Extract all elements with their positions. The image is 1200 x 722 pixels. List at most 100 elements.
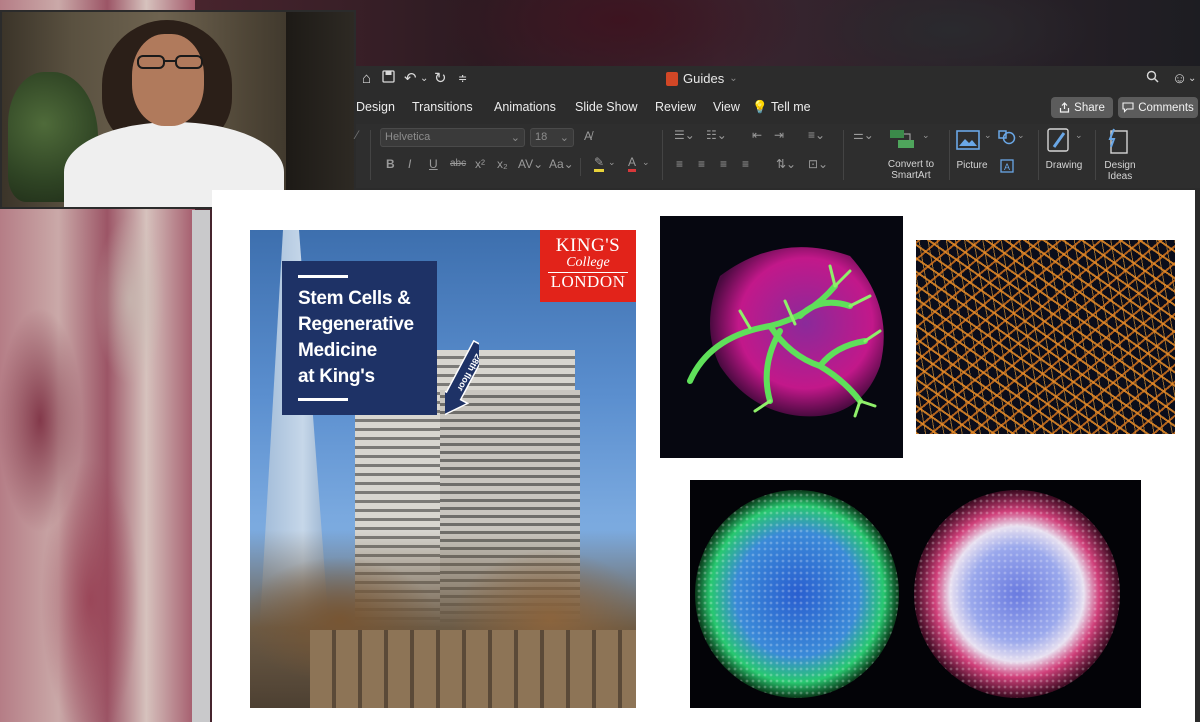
ribbon-home: ⁄ Helvetica ⌄ 18 ⌄ A̸ B I U abc x² x₂ AV… [356, 124, 1200, 189]
underline-button[interactable]: U [429, 157, 438, 171]
poster-image[interactable]: KING'S College LONDON Stem Cells & Regen… [250, 230, 636, 708]
design-ideas-button[interactable]: Design Ideas [1100, 160, 1140, 182]
ribbon-separator [580, 158, 581, 176]
title-rule-top [298, 275, 348, 278]
ribbon-separator [662, 130, 663, 180]
save-icon[interactable] [382, 70, 395, 88]
home-icon[interactable]: ⌂ [362, 70, 371, 88]
smartart-icon[interactable] [888, 128, 918, 150]
powerpoint-file-icon [666, 71, 678, 86]
poster-title-line: Stem Cells & [298, 288, 411, 309]
tell-me-search[interactable]: Tell me [771, 100, 811, 114]
chevron-down-icon[interactable]: ⌄ [1075, 130, 1083, 141]
align-left-icon[interactable]: ≡ [676, 157, 683, 171]
logo-line2: College [566, 255, 610, 270]
brick-building [310, 630, 636, 708]
shapes-icon[interactable] [998, 130, 1016, 146]
chevron-down-icon[interactable]: ⌄ [642, 157, 650, 168]
character-spacing-icon[interactable]: AV⌄ [518, 157, 543, 171]
document-title: Guides ⌄ [666, 71, 738, 86]
text-box-icon[interactable]: A [1000, 159, 1014, 173]
clear-formatting-icon[interactable]: A̸ [584, 129, 592, 143]
undo-dropdown-chevron-icon[interactable]: ⌄ [420, 70, 428, 88]
font-size-dropdown[interactable]: 18 ⌄ [530, 128, 574, 147]
background-door [286, 12, 354, 207]
picture-button[interactable]: Picture [952, 160, 992, 171]
subscript-button[interactable]: x₂ [497, 157, 508, 171]
chevron-down-icon: ⌄ [510, 132, 520, 144]
kings-college-logo: KING'S College LONDON [540, 230, 636, 302]
tab-animations[interactable]: Animations [494, 100, 556, 114]
undo-icon[interactable]: ↶ [404, 70, 417, 88]
font-name-dropdown[interactable]: Helvetica ⌄ [380, 128, 525, 147]
kidney-organoid-graphic [687, 247, 884, 418]
cut-icon[interactable]: ⁄ [356, 128, 358, 142]
picture-icon[interactable] [956, 130, 980, 150]
tab-view[interactable]: View [713, 100, 740, 114]
decrease-indent-icon[interactable]: ⇤ [752, 128, 762, 142]
design-ideas-line2: Ideas [1107, 171, 1133, 182]
justify-icon[interactable]: ≡ [742, 157, 749, 171]
ribbon-separator [843, 130, 844, 180]
poster-title-line: Medicine [298, 340, 377, 361]
superscript-button[interactable]: x² [475, 157, 485, 171]
drawing-icon[interactable] [1046, 127, 1072, 153]
redo-icon[interactable]: ↻ [434, 70, 447, 88]
convert-label-line2: SmartArt [891, 170, 931, 181]
bullets-icon[interactable]: ☰⌄ [674, 128, 695, 142]
line-spacing-icon[interactable]: ≡⌄ [808, 128, 825, 142]
numbering-icon[interactable]: ☷⌄ [706, 128, 727, 142]
logo-line1: KING'S [555, 235, 621, 256]
colony-images[interactable] [690, 480, 1141, 708]
chevron-down-icon: ⌄ [559, 132, 569, 144]
strikethrough-button[interactable]: abc [450, 158, 466, 169]
title-rule-bottom [298, 398, 348, 401]
italic-button[interactable]: I [408, 157, 411, 171]
tab-slide-show[interactable]: Slide Show [575, 100, 638, 114]
convert-to-smartart-button[interactable]: Convert to SmartArt [878, 159, 944, 181]
align-center-icon[interactable]: ≡ [698, 157, 705, 171]
chevron-down-icon[interactable]: ⌄ [984, 130, 992, 141]
increase-indent-icon[interactable]: ⇥ [774, 128, 784, 142]
tab-review[interactable]: Review [655, 100, 696, 114]
columns-icon[interactable]: ⚌⌄ [853, 128, 874, 142]
ribbon-tabs: Design Transitions Animations Slide Show… [356, 92, 1200, 124]
search-icon[interactable] [1146, 70, 1159, 88]
webcam-video-tile [0, 10, 356, 209]
change-case-icon[interactable]: Aa⌄ [549, 157, 574, 171]
person-face [132, 34, 204, 126]
poster-title: Stem Cells & Regenerative Medicine at Ki… [298, 286, 423, 390]
tab-transitions[interactable]: Transitions [412, 100, 473, 114]
design-ideas-icon[interactable] [1106, 127, 1130, 155]
title-chevron-icon[interactable]: ⌄ [729, 73, 737, 84]
customize-toolbar-icon[interactable]: ≑ [458, 70, 467, 88]
comments-label: Comments [1138, 101, 1194, 114]
ribbon-separator [1095, 130, 1096, 180]
chevron-down-icon[interactable]: ⌄ [608, 157, 616, 168]
glasses-icon [137, 55, 203, 69]
tab-design[interactable]: Design [356, 100, 395, 114]
window-edge [192, 210, 210, 722]
stem-cell-colonies-graphic [695, 490, 1120, 698]
align-text-icon[interactable]: ⊡⌄ [808, 157, 828, 171]
align-right-icon[interactable]: ≡ [720, 157, 727, 171]
tell-me-lightbulb-icon[interactable]: 💡 [752, 100, 768, 115]
fibroblast-cells-image[interactable] [916, 240, 1175, 434]
poster-title-line: at King's [298, 366, 375, 387]
kidney-organoid-image[interactable] [660, 216, 903, 458]
chevron-down-icon[interactable]: ⌄ [922, 130, 930, 141]
share-button[interactable]: Share [1051, 97, 1113, 118]
bold-button[interactable]: B [386, 157, 395, 171]
comments-button[interactable]: Comments [1118, 97, 1198, 118]
comment-icon [1122, 102, 1134, 113]
highlight-color-icon[interactable]: ✎ [594, 156, 605, 172]
floor-arrow-icon: 28th floor [445, 340, 479, 417]
poster-title-line: Regenerative [298, 314, 414, 335]
feedback-chevron-icon[interactable]: ⌄ [1188, 70, 1196, 88]
svg-text:A: A [1004, 162, 1010, 172]
text-direction-icon[interactable]: ⇅⌄ [776, 157, 796, 171]
drawing-button[interactable]: Drawing [1042, 160, 1086, 171]
chevron-down-icon[interactable]: ⌄ [1017, 130, 1025, 141]
smiley-feedback-icon[interactable]: ☺ [1172, 70, 1187, 88]
font-color-icon[interactable]: A [628, 156, 637, 172]
